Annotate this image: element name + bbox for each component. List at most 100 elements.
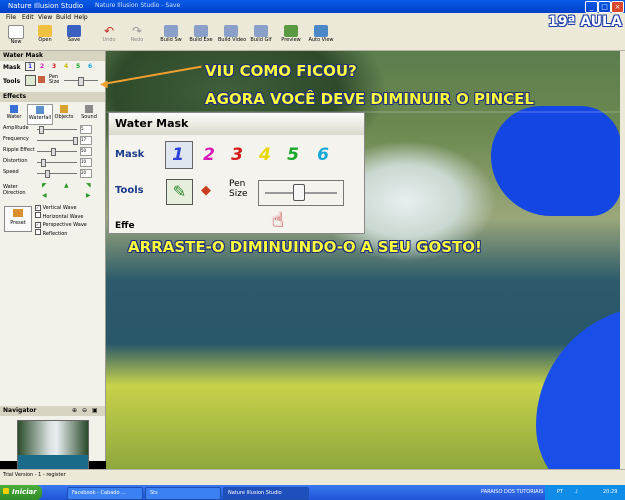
inset-mask-3[interactable]: 3 [226, 144, 248, 166]
build-video-button[interactable]: Build Video [218, 24, 246, 49]
slider-thumb[interactable] [73, 137, 78, 145]
preview-button[interactable]: Preview [278, 24, 304, 49]
clock[interactable]: 20:29 [603, 489, 617, 495]
zoom-out-icon[interactable]: ⊖ [82, 407, 87, 414]
slider-value[interactable]: 50 [80, 147, 92, 156]
save-button[interactable]: Save [61, 24, 87, 49]
auto-view-button[interactable]: Auto View [308, 24, 334, 49]
slider-frequency[interactable]: Frequency 17 [3, 136, 103, 146]
inset-pen-size-slider[interactable] [258, 180, 344, 206]
mask-4[interactable]: 4 [64, 63, 68, 70]
slider-value[interactable]: 5 [80, 125, 92, 134]
slider-value[interactable]: 10 [80, 158, 92, 167]
inset-fill-bucket-icon[interactable]: ◆ [201, 183, 211, 198]
inset-mask-1[interactable]: 1 [167, 144, 189, 166]
inset-mask-5[interactable]: 5 [282, 144, 304, 166]
slider-thumb[interactable] [51, 148, 56, 156]
minimize-button[interactable]: _ [585, 1, 598, 13]
slider-amplitude[interactable]: Amplitude 5 [3, 125, 103, 135]
start-label: Iniciar [12, 488, 37, 496]
build-exe-button[interactable]: Build Exe [188, 24, 214, 49]
inset-pen-label: Pen [229, 179, 246, 189]
inset-slider-thumb[interactable] [293, 184, 305, 201]
pen-size-label: Pen Size [49, 74, 60, 85]
slider-value[interactable]: 20 [80, 169, 92, 178]
checkbox[interactable] [35, 229, 41, 235]
redo-label: Redo [130, 37, 144, 43]
checkbox-perspective-wave[interactable]: ✓ Perspective Wave [35, 221, 87, 229]
menu-edit[interactable]: Edit [22, 14, 34, 21]
vertical-scrollbar[interactable] [620, 51, 625, 469]
navigator-thumbnail[interactable] [17, 420, 89, 472]
tab-sound[interactable]: Sound [78, 104, 100, 123]
build-gif-button[interactable]: Build Gif [248, 24, 274, 49]
zoom-fit-icon[interactable]: ▣ [92, 407, 98, 414]
water-mask-region [536, 306, 620, 469]
slider-track[interactable] [37, 151, 77, 152]
save-label: Save [67, 37, 81, 43]
speaker-icon[interactable]: ♪ [575, 489, 578, 495]
fill-bucket-icon[interactable] [38, 76, 45, 83]
mask-3[interactable]: 3 [52, 63, 56, 70]
slider-value[interactable]: 17 [80, 136, 92, 145]
build-screensaver-button[interactable]: Build Sw [158, 24, 184, 49]
menu-build[interactable]: Build [56, 14, 71, 21]
slider-track[interactable] [37, 173, 77, 174]
new-button[interactable]: New [3, 24, 29, 49]
open-button[interactable]: Open [32, 24, 58, 49]
tray-label: PARAISO DOS TUTORIAIS [481, 489, 544, 495]
inset-header: Water Mask [109, 113, 364, 135]
start-button[interactable]: Iniciar [0, 485, 42, 500]
checkbox-reflection[interactable]: Reflection [35, 229, 87, 238]
inset-mask-6[interactable]: 6 [312, 144, 334, 166]
arrow-up-left-icon[interactable]: ◤ [42, 182, 47, 189]
mask-2[interactable]: 2 [40, 63, 44, 70]
menu-file[interactable]: File [6, 14, 16, 21]
pen-size-slider-thumb[interactable] [78, 77, 84, 86]
zoom-in-icon[interactable]: ⊕ [72, 407, 77, 414]
options-row: Preset ✓ Vertical Wave Horizontal Wave ✓… [0, 204, 105, 242]
build-gif-icon [254, 25, 268, 37]
slider-distortion[interactable]: Distortion 10 [3, 158, 103, 168]
tab-waterfall[interactable]: Waterfall [27, 104, 53, 125]
close-button[interactable]: × [611, 1, 624, 13]
checkbox-vertical-wave[interactable]: ✓ Vertical Wave [35, 204, 87, 212]
checkbox[interactable]: ✓ [35, 222, 41, 228]
left-panel: Water Mask Mask 1 2 3 4 5 6 Tools Pen Si… [0, 51, 106, 472]
slider-thumb[interactable] [39, 126, 44, 134]
checkbox-horizontal-wave[interactable]: Horizontal Wave [35, 212, 87, 221]
menu-help[interactable]: Help [74, 14, 88, 21]
undo-button[interactable]: ↶ Undo [96, 24, 122, 49]
arrow-right-icon[interactable]: ▶ [86, 192, 91, 199]
redo-button[interactable]: ↷ Redo [124, 24, 150, 49]
task-sts[interactable]: Sts [145, 487, 221, 500]
status-bar: Trial Version - 1 - register [0, 469, 625, 486]
maximize-button[interactable]: □ [598, 1, 611, 13]
language-indicator[interactable]: PT [557, 489, 563, 495]
effect-tabs: Water Waterfall Objects Sound [0, 102, 105, 125]
slider-thumb[interactable] [45, 170, 50, 178]
build-sw-label: Build Sw [160, 37, 182, 43]
mask-1[interactable]: 1 [25, 62, 36, 71]
task-facebook[interactable]: Facebook - Cabado ... [67, 487, 143, 500]
arrow-up-icon[interactable]: ▲ [64, 182, 69, 189]
tab-objects[interactable]: Objects [53, 104, 75, 123]
task-nature-illusion[interactable]: Nature Illusion Studio [223, 487, 309, 500]
slider-speed[interactable]: Speed 20 [3, 169, 103, 179]
arrow-left-icon[interactable]: ◀ [42, 192, 47, 199]
mask-5[interactable]: 5 [76, 63, 80, 70]
slider-thumb[interactable] [41, 159, 46, 167]
tab-water[interactable]: Water [3, 104, 25, 123]
pencil-tool-icon[interactable] [25, 75, 36, 86]
slider-ripple-effect[interactable]: Ripple Effect 50 [3, 147, 103, 157]
mask-6[interactable]: 6 [88, 63, 92, 70]
slider-track[interactable] [37, 140, 77, 141]
inset-mask-2[interactable]: 2 [198, 144, 220, 166]
inset-pencil-icon[interactable]: ✎ [166, 179, 193, 205]
checkbox[interactable]: ✓ [35, 205, 41, 211]
preset-button[interactable]: Preset [4, 206, 32, 232]
menu-view[interactable]: View [38, 14, 52, 21]
inset-mask-4[interactable]: 4 [254, 144, 276, 166]
arrow-up-right-icon[interactable]: ◥ [86, 182, 91, 189]
checkbox[interactable] [35, 212, 41, 218]
